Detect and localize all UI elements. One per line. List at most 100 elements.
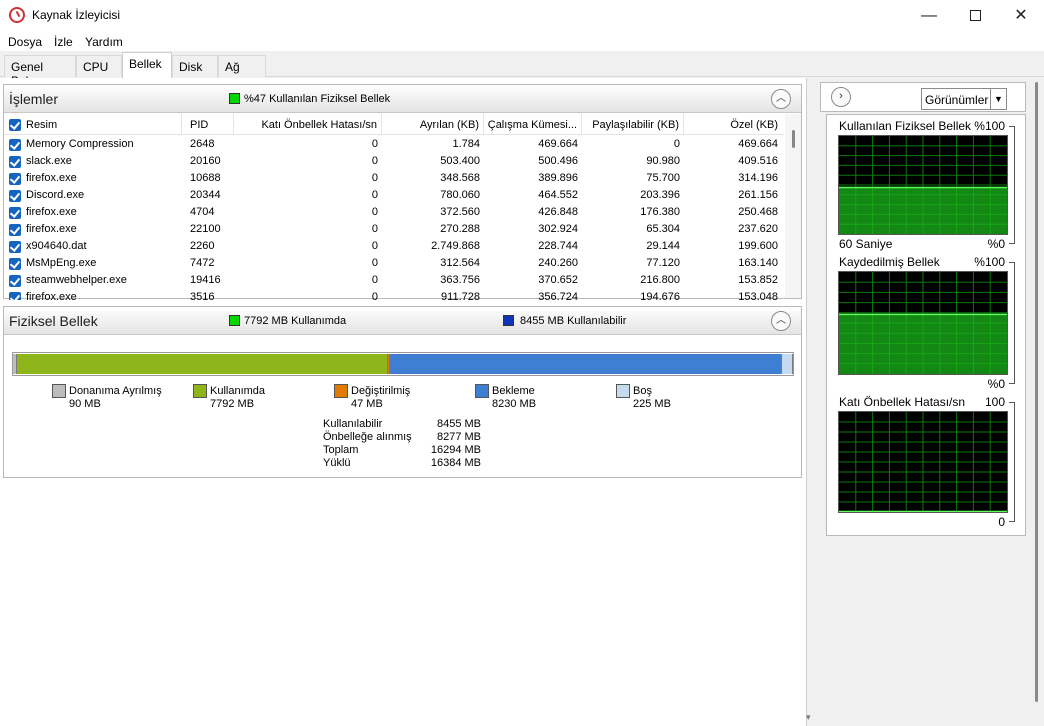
cell-hard-faults: 0 bbox=[371, 155, 378, 167]
legend-label: Değiştirilmiş bbox=[351, 385, 411, 397]
cell-image: MsMpEng.exe bbox=[26, 257, 97, 269]
cell-pid: 2648 bbox=[190, 138, 215, 150]
column-working-set[interactable]: Çalışma Kümesi... bbox=[486, 114, 582, 134]
cell-pid: 22100 bbox=[190, 223, 221, 235]
cell-working-set: 464.552 bbox=[538, 189, 578, 201]
stat-label: Yüklü bbox=[323, 457, 351, 469]
physical-memory-usage-summary: %47 Kullanılan Fiziksel Bellek bbox=[244, 93, 391, 105]
cell-working-set: 469.664 bbox=[538, 138, 578, 150]
cell-private: 199.600 bbox=[738, 240, 778, 252]
row-checkbox[interactable] bbox=[9, 275, 21, 287]
cell-image: Discord.exe bbox=[26, 189, 85, 201]
stat-label: Kullanılabilir bbox=[323, 418, 383, 430]
row-checkbox[interactable] bbox=[9, 258, 21, 270]
table-row[interactable]: slack.exe 20160 0 503.400 500.496 90.980 409.5… bbox=[4, 153, 784, 170]
graph-time-label: 60 Saniye bbox=[839, 237, 893, 251]
maximize-button[interactable] bbox=[952, 0, 998, 31]
column-image[interactable]: Resim bbox=[24, 114, 182, 134]
physical-memory-panel: Fiziksel Bellek 7792 MB Kullanımda 8455 … bbox=[3, 306, 802, 478]
cell-hard-faults: 0 bbox=[371, 274, 378, 286]
tab-bar: Genel Bakış CPU Bellek Disk Ağ bbox=[0, 51, 1044, 88]
row-checkbox[interactable] bbox=[9, 156, 21, 168]
collapse-physical-memory-button[interactable]: ︿ bbox=[771, 311, 791, 331]
cell-working-set: 356.724 bbox=[538, 291, 578, 300]
column-private[interactable]: Özel (KB) bbox=[686, 114, 782, 134]
tab-memory[interactable]: Bellek bbox=[122, 52, 172, 78]
cell-pid: 7472 bbox=[190, 257, 215, 269]
graph-plot bbox=[839, 272, 1007, 374]
cell-working-set: 370.652 bbox=[538, 274, 578, 286]
graph-plot bbox=[839, 136, 1007, 234]
column-hard-faults[interactable]: Katı Önbellek Hatası/sn bbox=[234, 114, 382, 134]
legend-label: Bekleme bbox=[492, 385, 535, 397]
row-checkbox[interactable] bbox=[9, 190, 21, 202]
processes-header[interactable]: İşlemler %47 Kullanılan Fiziksel Bellek … bbox=[4, 85, 801, 113]
cell-pid: 19416 bbox=[190, 274, 221, 286]
cell-image: steamwebhelper.exe bbox=[26, 274, 127, 286]
views-dropdown[interactable]: Görünümler ▼ bbox=[921, 88, 1007, 110]
row-checkbox[interactable] bbox=[9, 224, 21, 236]
collapse-processes-button[interactable]: ︿ bbox=[771, 89, 791, 109]
resize-grip[interactable]: ▾ bbox=[806, 712, 814, 724]
table-row[interactable]: Memory Compression 2648 0 1.784 469.664 0 469.… bbox=[4, 136, 784, 153]
graph-min-label: 0 bbox=[998, 515, 1005, 529]
table-row[interactable]: firefox.exe 4704 0 372.560 426.848 176.380 250… bbox=[4, 204, 784, 221]
row-checkbox[interactable] bbox=[9, 139, 21, 151]
scrollbar-thumb[interactable] bbox=[792, 130, 795, 148]
minimize-button[interactable]: — bbox=[906, 0, 952, 31]
scrollbar-thumb[interactable] bbox=[1035, 82, 1038, 702]
cell-private: 469.664 bbox=[738, 138, 778, 150]
cell-working-set: 500.496 bbox=[538, 155, 578, 167]
cell-commit: 363.756 bbox=[440, 274, 480, 286]
table-row[interactable]: Discord.exe 20344 0 780.060 464.552 203.396 26… bbox=[4, 187, 784, 204]
tab-disk[interactable]: Disk bbox=[172, 55, 218, 77]
column-commit[interactable]: Ayrılan (KB) bbox=[384, 114, 484, 134]
memory-usage-bar bbox=[12, 352, 794, 376]
menu-file[interactable]: Dosya bbox=[8, 35, 42, 49]
graph-title: Kaydedilmiş Bellek bbox=[839, 255, 940, 269]
cell-private: 409.516 bbox=[738, 155, 778, 167]
cell-working-set: 240.260 bbox=[538, 257, 578, 269]
column-pid[interactable]: PID bbox=[184, 114, 234, 134]
physical-memory-header[interactable]: Fiziksel Bellek 7792 MB Kullanımda 8455 … bbox=[4, 307, 801, 335]
graph-scale-bracket bbox=[1009, 262, 1015, 384]
expand-graphs-button[interactable]: › bbox=[831, 87, 851, 107]
tab-overview[interactable]: Genel Bakış bbox=[4, 55, 76, 88]
cell-image: slack.exe bbox=[26, 155, 72, 167]
cell-shareable: 0 bbox=[673, 138, 680, 150]
table-row[interactable]: firefox.exe 3516 0 911.728 356.724 194.676 153… bbox=[4, 289, 784, 300]
legend-swatch bbox=[193, 384, 207, 398]
select-all-checkbox[interactable] bbox=[9, 119, 21, 131]
table-row[interactable]: firefox.exe 10688 0 348.568 389.896 75.700 314… bbox=[4, 170, 784, 187]
cell-hard-faults: 0 bbox=[371, 223, 378, 235]
row-checkbox[interactable] bbox=[9, 241, 21, 253]
menu-help[interactable]: Yardım bbox=[85, 35, 123, 49]
tab-network[interactable]: Ağ bbox=[218, 55, 266, 77]
table-row[interactable]: firefox.exe 22100 0 270.288 302.924 65.304 237… bbox=[4, 221, 784, 238]
memory-bar-segment bbox=[390, 354, 782, 374]
row-checkbox[interactable] bbox=[9, 207, 21, 219]
views-dropdown-label: Görünümler bbox=[925, 93, 989, 107]
tab-cpu[interactable]: CPU bbox=[76, 55, 122, 77]
table-row[interactable]: MsMpEng.exe 7472 0 312.564 240.260 77.120 163.… bbox=[4, 255, 784, 272]
cell-commit: 1.784 bbox=[452, 138, 480, 150]
column-shareable[interactable]: Paylaşılabilir (KB) bbox=[584, 114, 684, 134]
close-button[interactable]: ✕ bbox=[998, 0, 1044, 31]
cell-private: 237.620 bbox=[738, 223, 778, 235]
row-checkbox[interactable] bbox=[9, 292, 21, 300]
graph-toolbar: › Görünümler ▼ bbox=[820, 82, 1026, 112]
row-checkbox[interactable] bbox=[9, 173, 21, 185]
processes-scrollbar[interactable] bbox=[785, 114, 801, 298]
cell-private: 250.468 bbox=[738, 206, 778, 218]
graph-area bbox=[839, 314, 1007, 374]
table-row[interactable]: x904640.dat 2260 0 2.749.868 228.744 29.144 19… bbox=[4, 238, 784, 255]
cell-working-set: 302.924 bbox=[538, 223, 578, 235]
cell-commit: 503.400 bbox=[440, 155, 480, 167]
usage-graph bbox=[838, 271, 1008, 375]
right-pane-scrollbar[interactable] bbox=[1029, 78, 1044, 726]
cell-commit: 911.728 bbox=[441, 291, 480, 300]
processes-panel: İşlemler %47 Kullanılan Fiziksel Bellek … bbox=[3, 84, 802, 300]
menu-view[interactable]: İzle bbox=[54, 35, 73, 49]
cell-working-set: 389.896 bbox=[538, 172, 578, 184]
table-row[interactable]: steamwebhelper.exe 19416 0 363.756 370.652 21… bbox=[4, 272, 784, 289]
